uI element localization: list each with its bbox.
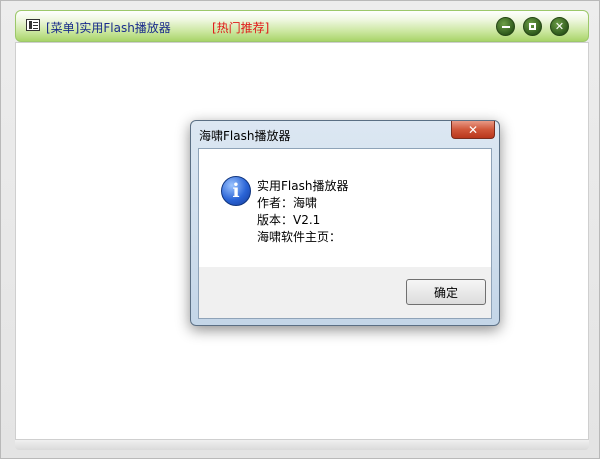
message-line-author: 作者：海啸 — [257, 196, 318, 210]
info-glyph: i — [232, 180, 240, 202]
message-line-version: 版本：V2.1 — [257, 213, 321, 227]
dialog-body: i 实用Flash播放器 作者：海啸 版本：V2.1 海啸软件主页： 确定 — [198, 148, 492, 319]
minimize-button[interactable] — [496, 17, 515, 36]
hot-recommend-link[interactable]: [热门推荐] — [212, 19, 269, 36]
menu-icon[interactable] — [26, 19, 40, 31]
close-button[interactable]: ✕ — [550, 17, 569, 36]
maximize-button[interactable] — [523, 17, 542, 36]
message-line-homepage: 海啸软件主页： — [257, 230, 342, 244]
about-dialog: 海啸Flash播放器 ✕ i 实用Flash播放器 作者：海啸 版本：V2.1 … — [190, 120, 500, 326]
window-bottom-border — [15, 440, 589, 450]
menu-button[interactable]: [菜单]实用Flash播放器 — [46, 19, 171, 36]
close-icon: ✕ — [554, 20, 565, 33]
dialog-title: 海啸Flash播放器 — [199, 129, 291, 143]
minimize-icon — [501, 25, 510, 28]
app-titlebar: [菜单]实用Flash播放器 [热门推荐] ✕ — [15, 10, 589, 42]
ok-button[interactable]: 确定 — [406, 279, 486, 305]
info-icon: i — [221, 176, 251, 206]
dialog-close-button[interactable]: ✕ — [451, 121, 495, 139]
close-icon: ✕ — [467, 122, 479, 137]
maximize-icon — [529, 23, 536, 30]
message-line-product: 实用Flash播放器 — [257, 179, 349, 193]
